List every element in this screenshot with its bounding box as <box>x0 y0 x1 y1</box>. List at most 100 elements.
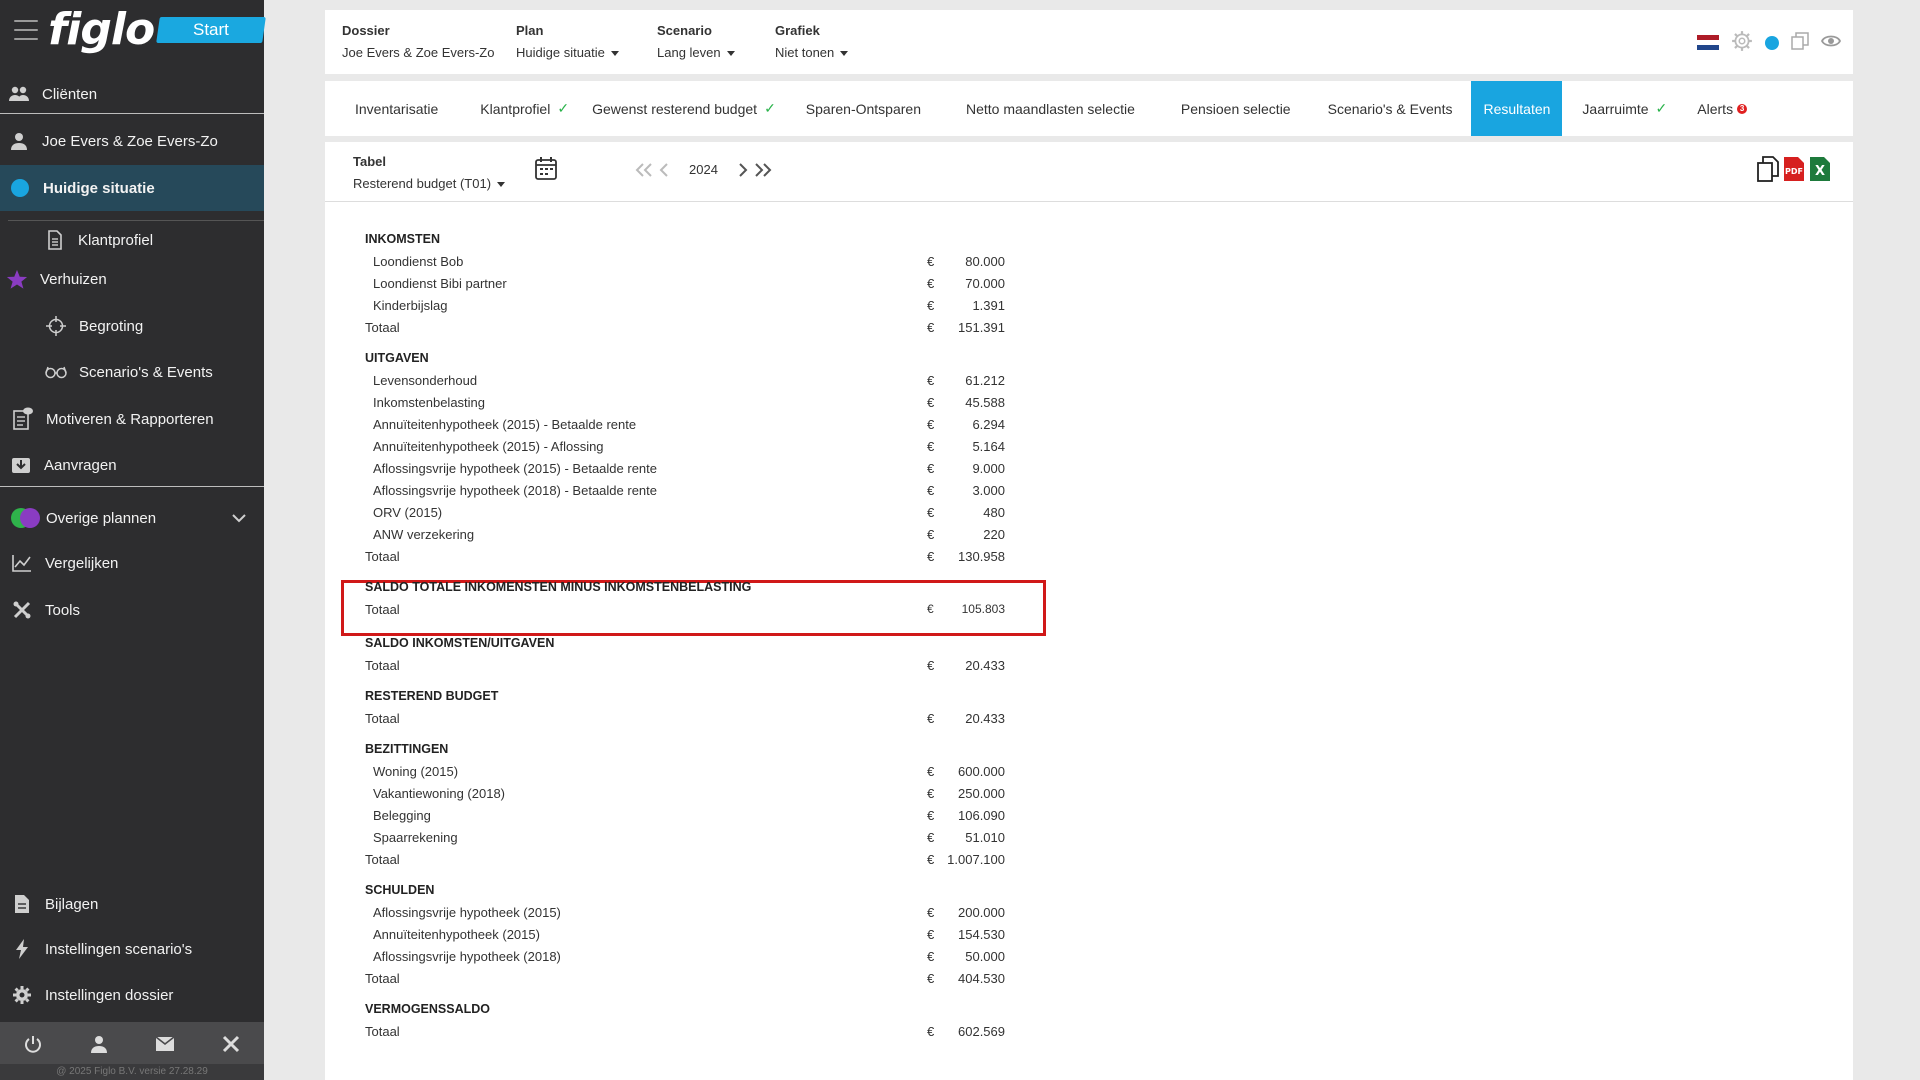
sidebar-item-begroting[interactable]: Begroting <box>0 312 264 340</box>
status-dot-icon[interactable] <box>1765 35 1779 50</box>
export-buttons: PDF X <box>1757 156 1831 185</box>
grafiek-title: Grafiek <box>775 23 820 38</box>
tab-netto-maandlasten[interactable]: Netto maandlasten selectie <box>966 81 1135 136</box>
sidebar-item-huidige-situatie[interactable]: Huidige situatie <box>0 165 264 211</box>
tab-klantprofiel[interactable]: Klantprofiel ✓ <box>480 81 569 136</box>
table-row: Kinderbijslag €1.391 <box>365 298 1005 316</box>
last-year-icon[interactable] <box>754 162 772 177</box>
tab-label: Sparen-Ontsparen <box>805 100 921 117</box>
tab-inventarisatie[interactable]: Inventarisatie <box>355 81 438 136</box>
sidebar-item-verhuizen[interactable]: Verhuizen <box>0 265 264 293</box>
user-icon[interactable] <box>87 1032 111 1056</box>
tab-sparen-ontsparen[interactable]: Sparen-Ontsparen <box>806 81 921 136</box>
report-icon <box>12 407 34 430</box>
sidebar-item-label: Begroting <box>79 317 144 335</box>
tabel-dropdown[interactable]: Resterend budget (T01) <box>353 176 506 191</box>
sidebar-item-klantprofiel[interactable]: Klantprofiel <box>0 226 264 254</box>
sidebar-item-instellingen-scenarios[interactable]: Instellingen scenario's <box>0 935 264 963</box>
sidebar-item-aanvragen[interactable]: Aanvragen <box>0 451 264 479</box>
sidebar-item-vergelijken[interactable]: Vergelijken <box>0 549 264 577</box>
row-label: Aflossingsvrije hypotheek (2018) <box>373 949 561 964</box>
year-label: 2024 <box>689 162 718 177</box>
row-amount: 1.391 <box>972 298 1005 313</box>
table-row: Aflossingsvrije hypotheek (2018) - Betaa… <box>365 483 1005 501</box>
check-icon: ✓ <box>1655 100 1668 116</box>
sidebar-item-dossier[interactable]: Joe Evers & Zoe Evers-Zo <box>0 127 264 155</box>
plan-selector[interactable]: Plan Huidige situatie <box>516 23 619 60</box>
sidebar-item-bijlagen[interactable]: Bijlagen <box>0 890 264 918</box>
blue-dot-icon <box>9 177 31 199</box>
first-year-icon[interactable] <box>635 162 653 177</box>
copy-icon[interactable] <box>1757 156 1779 185</box>
alert-count-badge: 3 <box>1737 103 1748 114</box>
tabel-selector[interactable]: Tabel Resterend budget (T01) <box>353 154 506 191</box>
copy-icon[interactable] <box>1791 32 1809 53</box>
check-icon: ✓ <box>764 100 776 116</box>
chevron-down-icon[interactable] <box>232 510 246 527</box>
sidebar-item-label: Vergelijken <box>45 554 119 572</box>
power-icon[interactable] <box>21 1032 45 1056</box>
excel-export-icon[interactable]: X <box>1809 156 1831 185</box>
row-label: Belegging <box>373 808 431 823</box>
grafiek-selector[interactable]: Grafiek Niet tonen <box>775 23 849 60</box>
sidebar-item-scenarios-events[interactable]: Scenario's & Events <box>0 358 264 386</box>
calendar-icon[interactable] <box>535 156 557 180</box>
scenario-dropdown[interactable]: Lang leven <box>657 45 735 60</box>
grafiek-dropdown[interactable]: Niet tonen <box>775 45 849 60</box>
sidebar-item-label: Huidige situatie <box>43 179 155 197</box>
mail-icon[interactable] <box>153 1032 177 1056</box>
row-label: Vakantiewoning (2018) <box>373 786 506 801</box>
chart-line-icon <box>11 552 33 574</box>
row-amount: 6.294 <box>972 417 1005 432</box>
row-label: Annuïteitenhypotheek (2015) - Betaalde r… <box>373 417 637 432</box>
scenario-selector[interactable]: Scenario Lang leven <box>657 23 735 60</box>
tab-bar: Inventarisatie Klantprofiel ✓ Gewenst res… <box>325 81 1853 136</box>
total-row: Totaal €20.433 <box>365 658 1005 676</box>
dutch-flag-icon[interactable] <box>1697 34 1719 51</box>
settings-gear-icon[interactable] <box>1731 30 1753 55</box>
table-row: Loondienst Bibi partner €70.000 <box>365 276 1005 294</box>
sidebar-item-overige-plannen[interactable]: Overige plannen <box>0 504 264 532</box>
tab-pensioen-selectie[interactable]: Pensioen selectie <box>1181 81 1291 136</box>
row-amount: 106.090 <box>958 808 1005 823</box>
plan-value: Huidige situatie <box>516 45 605 60</box>
sidebar-item-instellingen-dossier[interactable]: Instellingen dossier <box>0 981 264 1009</box>
row-amount: 80.000 <box>965 254 1005 269</box>
row-label: Totaal <box>365 658 400 673</box>
sidebar-item-motiveren[interactable]: Motiveren & Rapporteren <box>0 405 264 433</box>
bolt-icon <box>11 938 33 960</box>
sidebar: figlo Start Cliënten Joe Evers & Zoe Eve… <box>0 0 266 1080</box>
tab-label: Inventarisatie <box>355 100 439 117</box>
dossier-selector[interactable]: Dossier Joe Evers & Zoe Evers-Zo <box>342 23 494 60</box>
dossier-value: Joe Evers & Zoe Evers-Zo <box>342 45 495 60</box>
tab-scenarios-events[interactable]: Scenario's & Events <box>1328 81 1453 136</box>
pdf-export-icon[interactable]: PDF <box>1783 156 1805 185</box>
file-icon <box>11 893 33 915</box>
tab-jaarruimte[interactable]: Jaarruimte ✓ <box>1582 81 1667 136</box>
tools-icon[interactable] <box>219 1032 243 1056</box>
tab-resultaten[interactable]: Resultaten <box>1471 81 1563 136</box>
sidebar-item-clienten[interactable]: Cliënten <box>0 80 264 108</box>
start-button[interactable]: Start <box>156 17 266 43</box>
plan-dropdown[interactable]: Huidige situatie <box>516 45 619 60</box>
table-row: Aflossingsvrije hypotheek (2015) €200.000 <box>365 905 1005 923</box>
row-label: Totaal <box>365 602 400 617</box>
total-row: Totaal €151.391 <box>365 320 1005 338</box>
hamburger-menu-icon[interactable] <box>14 20 39 40</box>
next-year-icon[interactable] <box>738 162 748 177</box>
divider <box>0 486 264 487</box>
sidebar-item-label: Overige plannen <box>46 509 157 527</box>
tab-alerts[interactable]: Alerts 3 <box>1697 81 1748 136</box>
caret-down-icon <box>726 51 735 57</box>
sidebar-item-tools[interactable]: Tools <box>0 596 264 624</box>
row-amount: 20.433 <box>965 711 1005 726</box>
tab-label: Resultaten <box>1483 100 1551 117</box>
tab-gewenst-resterend-budget[interactable]: Gewenst resterend budget ✓ <box>592 81 776 136</box>
tab-label: Klantprofiel <box>480 100 551 117</box>
glasses-icon <box>45 361 67 383</box>
eye-icon[interactable] <box>1820 34 1842 51</box>
sidebar-item-label: Instellingen scenario's <box>45 940 193 958</box>
total-row: Totaal €602.569 <box>365 1024 1005 1042</box>
previous-year-icon[interactable] <box>659 162 669 177</box>
sidebar-bottom-bar <box>0 1022 264 1066</box>
